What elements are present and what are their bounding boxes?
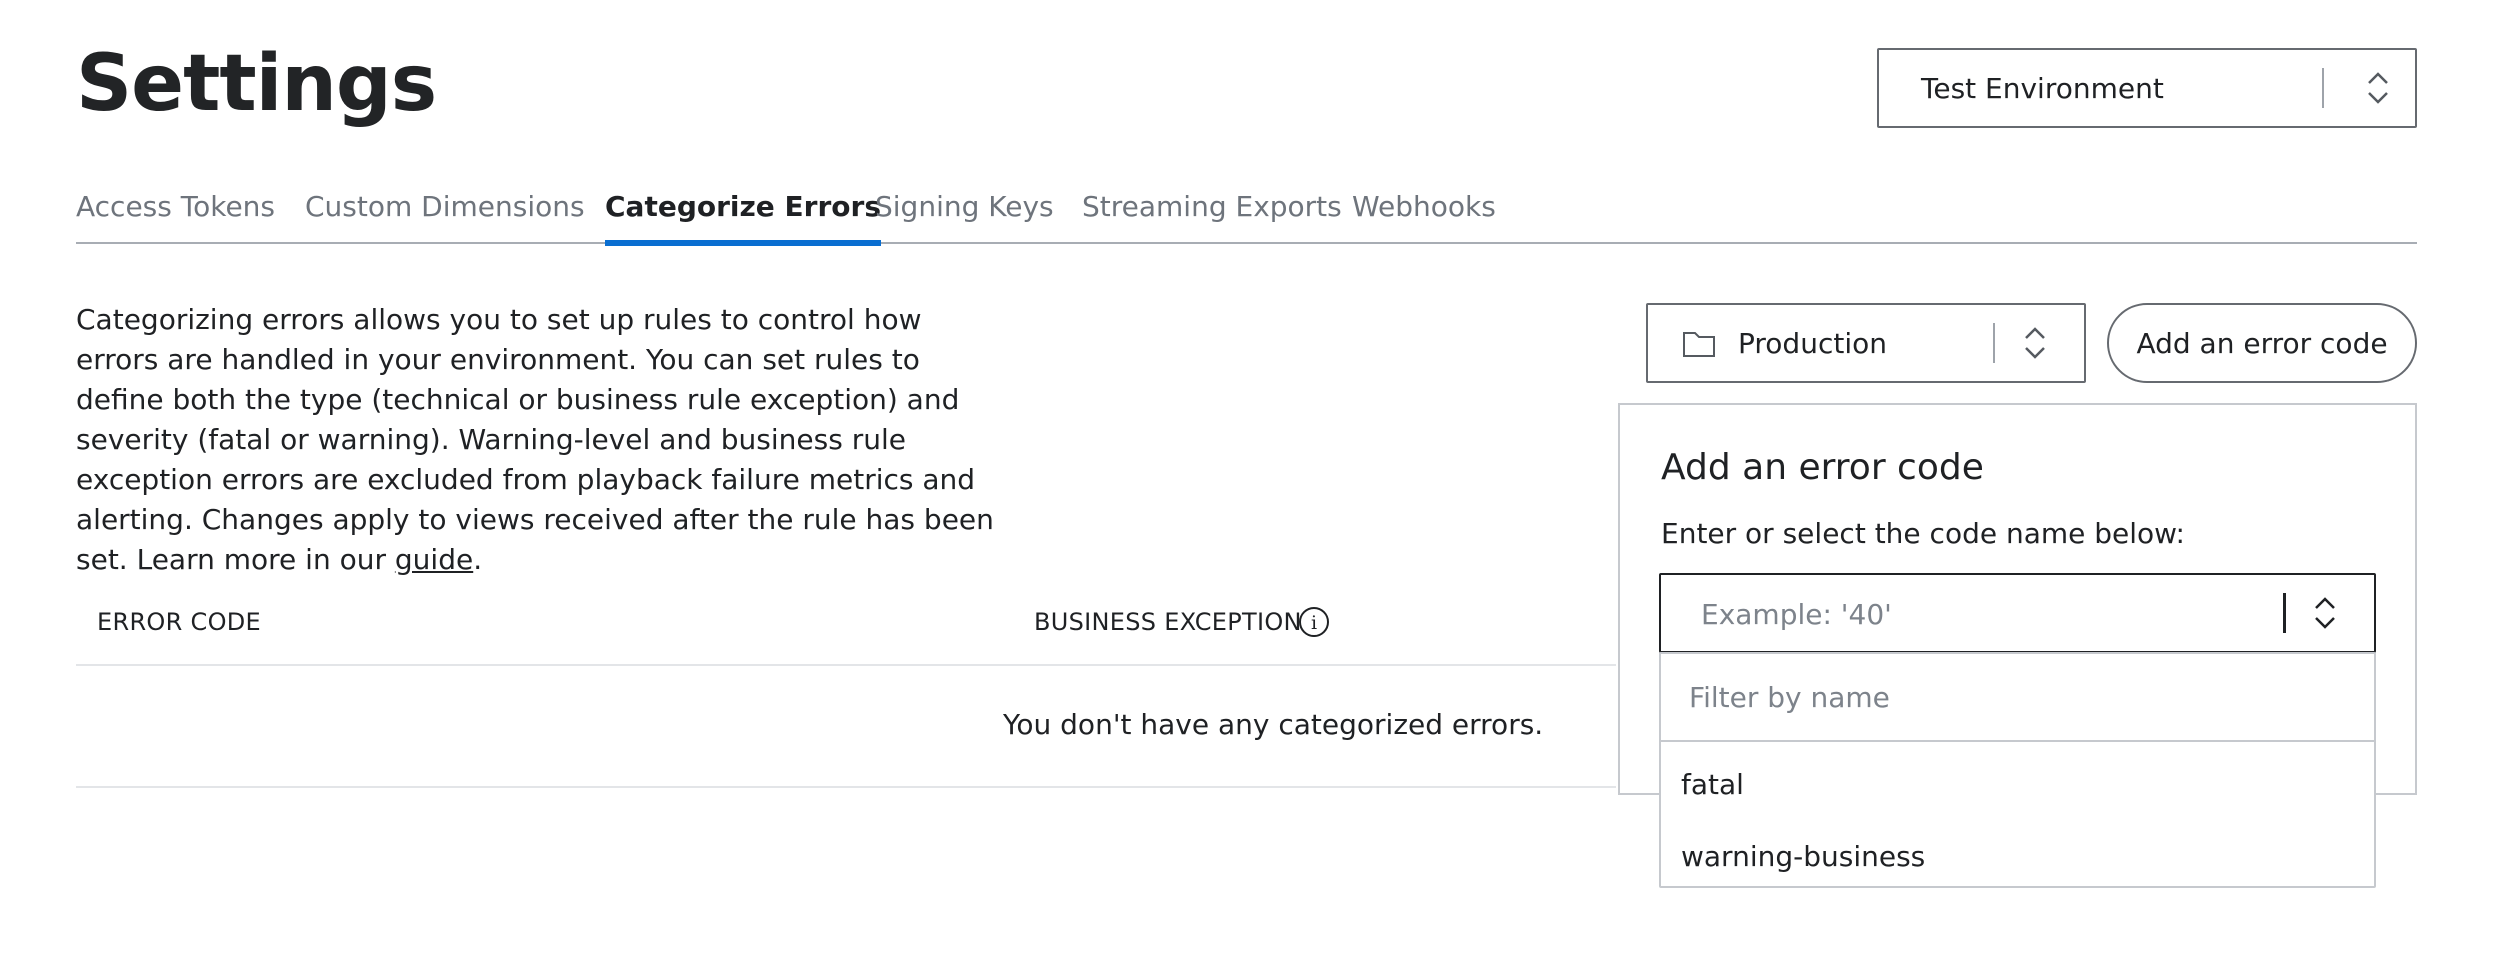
info-icon[interactable]: i	[1298, 606, 1330, 638]
svg-text:i: i	[1311, 612, 1317, 634]
environment-select[interactable]: Test Environment	[1877, 48, 2417, 128]
property-select[interactable]: Production	[1646, 303, 2086, 383]
dropdown-option-warning-business[interactable]: warning-business	[1681, 840, 1925, 873]
column-header-error-code: ERROR CODE	[97, 608, 262, 636]
chevron-up-down-icon	[2368, 72, 2388, 104]
description-body: Categorizing errors allows you to set up…	[76, 303, 994, 576]
filter-by-name-input[interactable]	[1661, 654, 2374, 742]
description-text: Categorizing errors allows you to set up…	[76, 300, 996, 580]
page-title: Settings	[76, 39, 437, 129]
environment-select-value: Test Environment	[1921, 72, 2164, 105]
column-header-business-exception: BUSINESS EXCEPTION	[1034, 608, 1302, 636]
description-end: .	[473, 543, 483, 576]
chevron-up-down-icon	[2025, 327, 2045, 359]
tab-webhooks[interactable]: Webhooks	[1352, 190, 1496, 244]
error-code-combobox[interactable]	[1659, 573, 2376, 653]
folder-icon	[1683, 332, 1715, 357]
settings-tabs: Access Tokens Custom Dimensions Categori…	[76, 190, 2417, 246]
table-bottom-divider	[76, 786, 1616, 788]
guide-link[interactable]: guide	[395, 543, 473, 576]
tab-custom-dimensions[interactable]: Custom Dimensions	[305, 190, 585, 244]
tab-categorize-errors[interactable]: Categorize Errors	[605, 190, 881, 246]
error-code-dropdown: fatal warning-business	[1659, 652, 2376, 888]
panel-title: Add an error code	[1661, 447, 1984, 488]
property-select-value: Production	[1738, 327, 1887, 360]
empty-table-message: You don't have any categorized errors.	[1003, 708, 1544, 741]
panel-subtitle: Enter or select the code name below:	[1661, 517, 2185, 550]
add-error-code-button[interactable]: Add an error code	[2107, 303, 2417, 383]
tab-streaming-exports[interactable]: Streaming Exports	[1082, 190, 1342, 244]
error-code-input[interactable]	[1701, 593, 2281, 635]
dropdown-option-fatal[interactable]: fatal	[1681, 768, 1744, 801]
tab-signing-keys[interactable]: Signing Keys	[875, 190, 1054, 244]
select-divider	[2322, 68, 2324, 108]
select-divider	[1993, 323, 1995, 363]
chevron-up-down-icon[interactable]	[2312, 593, 2338, 633]
select-divider	[2283, 593, 2286, 633]
table-header-divider	[76, 664, 1616, 666]
tab-access-tokens[interactable]: Access Tokens	[76, 190, 275, 244]
